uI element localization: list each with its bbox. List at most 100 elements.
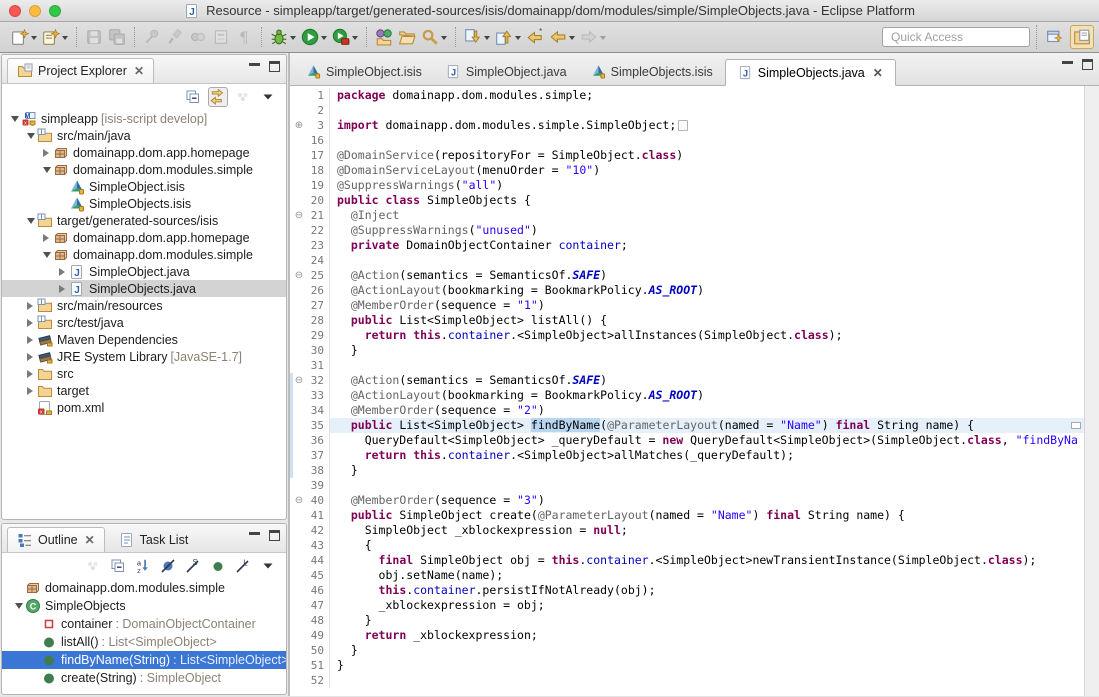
fold-toggle-icon[interactable]: ⊕ — [293, 118, 305, 133]
quick-access-input[interactable] — [882, 27, 1030, 47]
new-menu-button[interactable] — [40, 26, 70, 48]
code-line-49[interactable]: 49 return _xblockexpression; — [290, 628, 1084, 643]
tree-item-simpleobjects[interactable]: C SimpleObjects — [2, 597, 286, 615]
chevron-right-icon[interactable] — [24, 369, 37, 378]
chevron-down-icon[interactable] — [24, 129, 37, 143]
tree-item-src[interactable]: src — [2, 365, 286, 382]
code-line-50[interactable]: 50 } — [290, 643, 1084, 658]
tab-project-explorer[interactable]: Project Explorer ✕ — [7, 58, 154, 83]
view-menu-button[interactable] — [258, 556, 278, 576]
sort-button[interactable]: az — [133, 556, 153, 576]
tree-item-domainapp-dom-app-homepage[interactable]: domainapp.dom.app.homepage — [2, 229, 286, 246]
dropdown-arrow-icon[interactable] — [484, 35, 490, 43]
code-line-46[interactable]: 46 this.container.persistIfNotAlready(ob… — [290, 583, 1084, 598]
collapsed-region-icon[interactable] — [678, 120, 689, 131]
code-line-25[interactable]: ⊖ 25 @Action(semantics = SemanticsOf.SAFE… — [290, 268, 1084, 283]
hide-fields-button[interactable] — [158, 556, 178, 576]
chevron-right-icon[interactable] — [56, 267, 69, 276]
dropdown-arrow-icon[interactable] — [569, 35, 575, 43]
tree-item-domainapp-dom-modules-simple[interactable]: domainapp.dom.modules.simple — [2, 579, 286, 597]
code-editor[interactable]: 1 package domainapp.dom.modules.simple; 2 ⊕… — [290, 86, 1084, 696]
code-line-41[interactable]: 41 public SimpleObject create(@Parameter… — [290, 508, 1084, 523]
code-line-38[interactable]: 38 } — [290, 463, 1084, 478]
tree-item-domainapp-dom-modules-simple[interactable]: domainapp.dom.modules.simple — [2, 161, 286, 178]
close-window-button[interactable] — [9, 5, 21, 17]
tree-item-jre-system-library[interactable]: JRE System Library [JavaSE-1.7] — [2, 348, 286, 365]
editor-tab-simpleobject-java[interactable]: J SimpleObject.java — [434, 58, 579, 85]
chevron-down-icon[interactable] — [40, 248, 53, 262]
code-line-52[interactable]: 52 — [290, 673, 1084, 688]
code-line-27[interactable]: 27 @MemberOrder(sequence = "1") — [290, 298, 1084, 313]
tab-outline[interactable]: Outline ✕ — [7, 527, 105, 552]
minimize-view-button[interactable] — [249, 63, 260, 72]
code-line-21[interactable]: ⊖ 21 @Inject — [290, 208, 1084, 223]
code-line-47[interactable]: 47 _xblockexpression = obj; — [290, 598, 1084, 613]
code-line-17[interactable]: 17 @DomainService(repositoryFor = SimpleO… — [290, 148, 1084, 163]
run-button[interactable] — [299, 26, 329, 48]
code-line-40[interactable]: ⊖ 40 @MemberOrder(sequence = "3") — [290, 493, 1084, 508]
code-line-37[interactable]: 37 return this.container.<SimpleObject>a… — [290, 448, 1084, 463]
tree-item-pom-xml[interactable]: x pom.xml — [2, 399, 286, 416]
tree-item-findbyname-string[interactable]: findByName(String) : List<SimpleObject> — [2, 651, 286, 669]
tree-item-domainapp-dom-modules-simple[interactable]: domainapp.dom.modules.simple — [2, 246, 286, 263]
code-line-16[interactable]: 16 — [290, 133, 1084, 148]
tab-task-list[interactable]: Task List — [110, 527, 198, 552]
tree-item-src-main-java[interactable]: src/main/java — [2, 127, 286, 144]
chevron-right-icon[interactable] — [24, 335, 37, 344]
search-button[interactable] — [419, 26, 449, 48]
dropdown-arrow-icon[interactable] — [321, 35, 327, 43]
code-line-33[interactable]: 33 @ActionLayout(bookmarking = BookmarkP… — [290, 388, 1084, 403]
tree-item-target[interactable]: target — [2, 382, 286, 399]
overview-ruler[interactable] — [1084, 86, 1099, 696]
back-button[interactable] — [547, 26, 577, 48]
code-line-20[interactable]: 20 public class SimpleObjects { — [290, 193, 1084, 208]
code-line-48[interactable]: 48 } — [290, 613, 1084, 628]
tree-item-maven-dependencies[interactable]: Maven Dependencies — [2, 331, 286, 348]
code-line-30[interactable]: 30 } — [290, 343, 1084, 358]
chevron-right-icon[interactable] — [24, 352, 37, 361]
open-perspective-button[interactable] — [1043, 25, 1067, 49]
view-menu-button[interactable] — [258, 87, 278, 107]
dropdown-arrow-icon[interactable] — [515, 35, 521, 43]
tree-item-create-string[interactable]: create(String) : SimpleObject — [2, 669, 286, 687]
next-annotation-button[interactable] — [462, 26, 492, 48]
last-edit-location-button[interactable]: * — [524, 26, 546, 48]
chevron-down-icon[interactable] — [12, 599, 25, 613]
chevron-down-icon[interactable] — [40, 163, 53, 177]
collapse-all-button[interactable] — [183, 87, 203, 107]
code-line-26[interactable]: 26 @ActionLayout(bookmarking = BookmarkP… — [290, 283, 1084, 298]
fold-toggle-icon[interactable]: ⊖ — [293, 493, 305, 508]
editor-tab-simpleobjects-java[interactable]: J SimpleObjects.java ✕ — [724, 59, 896, 86]
open-type-button[interactable] — [373, 26, 395, 48]
tree-item-simpleobject-isis[interactable]: SimpleObject.isis — [2, 178, 286, 195]
resource-perspective-button[interactable] — [1070, 25, 1094, 49]
close-icon[interactable]: ✕ — [134, 64, 144, 78]
tree-item-listall[interactable]: listAll() : List<SimpleObject> — [2, 633, 286, 651]
code-line-3[interactable]: ⊕ 3 import domainapp.dom.modules.simple.Si… — [290, 118, 1084, 133]
fold-toggle-icon[interactable]: ⊖ — [293, 208, 305, 223]
new-wizard-button[interactable] — [9, 26, 39, 48]
maximize-window-button[interactable] — [49, 5, 61, 17]
minimize-editor-button[interactable] — [1062, 61, 1073, 70]
code-line-29[interactable]: 29 return this.container.<SimpleObject>a… — [290, 328, 1084, 343]
chevron-right-icon[interactable] — [56, 284, 69, 293]
minimize-window-button[interactable] — [29, 5, 41, 17]
fold-toggle-icon[interactable]: ⊖ — [293, 373, 305, 388]
chevron-right-icon[interactable] — [40, 148, 53, 157]
hide-local-types-button[interactable]: L — [233, 556, 253, 576]
hide-non-public-button[interactable] — [208, 556, 228, 576]
code-line-22[interactable]: 22 @SuppressWarnings("unused") — [290, 223, 1084, 238]
code-line-35[interactable]: 35 public List<SimpleObject> findByName(… — [290, 418, 1084, 433]
maximize-view-button[interactable] — [269, 530, 280, 541]
tree-item-simpleobject-java[interactable]: J SimpleObject.java — [2, 263, 286, 280]
dropdown-arrow-icon[interactable] — [62, 35, 68, 43]
code-line-42[interactable]: 42 SimpleObject _xblockexpression = null… — [290, 523, 1084, 538]
code-line-32[interactable]: ⊖ 32 @Action(semantics = SemanticsOf.SAFE… — [290, 373, 1084, 388]
tree-item-src-main-resources[interactable]: src/main/resources — [2, 297, 286, 314]
dropdown-arrow-icon[interactable] — [441, 35, 447, 43]
previous-annotation-button[interactable] — [493, 26, 523, 48]
code-line-45[interactable]: 45 obj.setName(name); — [290, 568, 1084, 583]
dropdown-arrow-icon[interactable] — [290, 35, 296, 43]
chevron-right-icon[interactable] — [24, 301, 37, 310]
editor-tab-simpleobject-isis[interactable]: SimpleObject.isis — [294, 58, 434, 85]
